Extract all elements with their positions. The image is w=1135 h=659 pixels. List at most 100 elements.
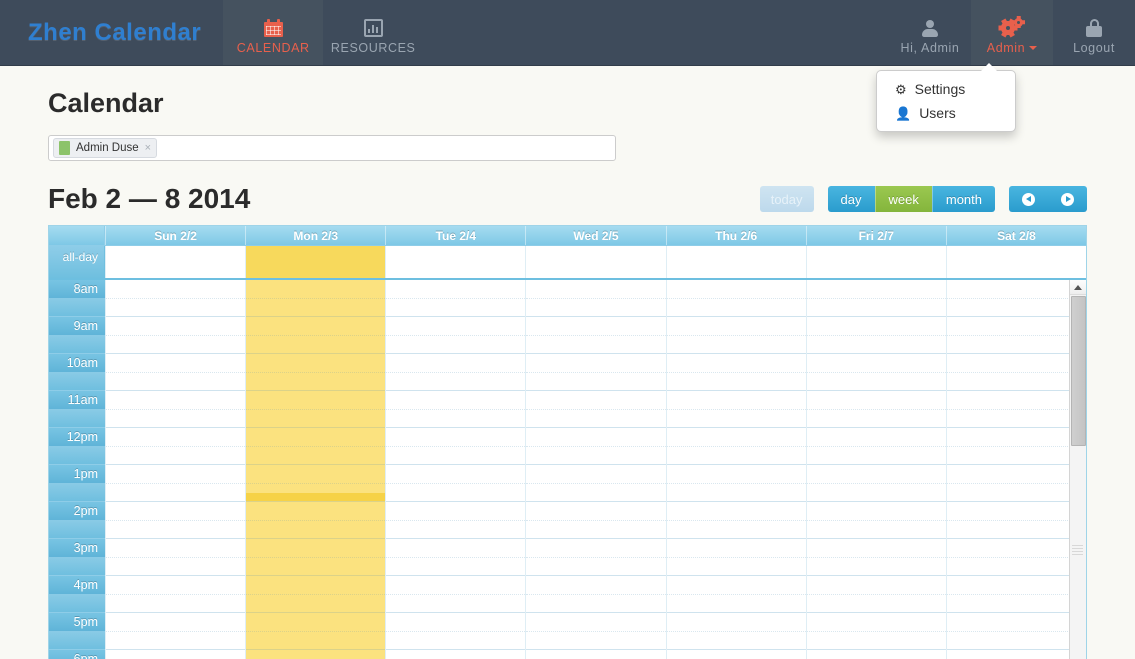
time-slot[interactable] — [666, 632, 806, 650]
time-slot[interactable] — [106, 539, 246, 558]
time-slot[interactable] — [806, 317, 946, 336]
time-slot[interactable] — [666, 465, 806, 484]
time-slot[interactable] — [386, 595, 526, 613]
time-slot[interactable] — [946, 428, 1086, 447]
time-slot[interactable] — [806, 521, 946, 539]
time-slot[interactable] — [106, 354, 246, 373]
time-slot[interactable] — [946, 280, 1086, 299]
nav-item-calendar[interactable]: CALENDAR — [223, 0, 324, 65]
all-day-cell[interactable] — [105, 246, 246, 278]
time-slot[interactable] — [106, 558, 246, 576]
time-slot[interactable] — [806, 299, 946, 317]
time-slot[interactable] — [246, 576, 386, 595]
time-slot[interactable] — [106, 428, 246, 447]
time-slot[interactable] — [526, 595, 666, 613]
time-slot[interactable] — [946, 299, 1086, 317]
time-slot[interactable] — [106, 317, 246, 336]
all-day-cell[interactable] — [945, 246, 1086, 278]
time-slot[interactable] — [806, 373, 946, 391]
time-slot[interactable] — [526, 521, 666, 539]
view-button-week[interactable]: week — [874, 186, 932, 212]
time-slot[interactable] — [666, 354, 806, 373]
time-slot[interactable] — [526, 613, 666, 632]
time-slot[interactable] — [386, 280, 526, 299]
day-header-mon[interactable]: Mon 2/3 — [245, 226, 385, 245]
all-day-cell[interactable] — [385, 246, 526, 278]
time-slot[interactable] — [526, 391, 666, 410]
time-slot[interactable] — [946, 484, 1086, 502]
time-slot[interactable] — [386, 558, 526, 576]
time-slot[interactable] — [246, 632, 386, 650]
time-slot[interactable] — [526, 539, 666, 558]
time-slot[interactable] — [946, 391, 1086, 410]
close-icon[interactable]: × — [145, 142, 151, 154]
time-slot[interactable] — [806, 354, 946, 373]
time-slot[interactable] — [526, 317, 666, 336]
time-slot[interactable] — [666, 613, 806, 632]
all-day-cell[interactable] — [665, 246, 806, 278]
time-slot[interactable] — [806, 576, 946, 595]
time-slot[interactable] — [386, 391, 526, 410]
day-column[interactable] — [385, 280, 526, 659]
time-slot[interactable] — [946, 336, 1086, 354]
time-slot[interactable] — [526, 447, 666, 465]
time-slot[interactable] — [386, 484, 526, 502]
time-slot[interactable] — [386, 428, 526, 447]
time-slot[interactable] — [386, 336, 526, 354]
time-slot[interactable] — [806, 502, 946, 521]
time-slot[interactable] — [667, 650, 806, 659]
time-slot[interactable] — [947, 650, 1086, 659]
time-slot[interactable] — [526, 650, 665, 659]
time-slot[interactable] — [946, 576, 1086, 595]
time-slot[interactable] — [946, 502, 1086, 521]
time-slot[interactable] — [106, 410, 246, 428]
day-header-fri[interactable]: Fri 2/7 — [805, 226, 946, 245]
time-slot[interactable] — [666, 428, 806, 447]
time-slot[interactable] — [806, 465, 946, 484]
time-slot[interactable] — [386, 317, 526, 336]
day-column[interactable] — [665, 280, 806, 659]
day-column[interactable] — [805, 280, 946, 659]
time-slot[interactable] — [106, 650, 245, 659]
time-slot[interactable] — [246, 317, 386, 336]
prev-period-button[interactable] — [1009, 186, 1048, 212]
time-slot[interactable] — [526, 428, 666, 447]
time-slot[interactable] — [526, 558, 666, 576]
time-slot[interactable] — [946, 354, 1086, 373]
time-slot[interactable] — [806, 484, 946, 502]
time-slot[interactable] — [246, 595, 386, 613]
time-slot[interactable] — [246, 391, 386, 410]
time-slot[interactable] — [246, 336, 386, 354]
tag-chip-admin-duse[interactable]: Admin Duse × — [53, 138, 158, 158]
time-slot[interactable] — [666, 595, 806, 613]
time-slot[interactable] — [526, 354, 666, 373]
time-slot[interactable] — [666, 502, 806, 521]
time-slot[interactable] — [806, 280, 946, 299]
time-slot[interactable] — [246, 280, 386, 299]
time-slot[interactable] — [666, 336, 806, 354]
time-slot[interactable] — [386, 576, 526, 595]
time-slot[interactable] — [386, 465, 526, 484]
nav-item-logout[interactable]: Logout — [1053, 0, 1135, 65]
time-slot[interactable] — [386, 299, 526, 317]
time-slot[interactable] — [246, 447, 386, 465]
time-slot[interactable] — [666, 391, 806, 410]
time-slot[interactable] — [526, 484, 666, 502]
time-slot[interactable] — [246, 465, 386, 484]
time-slot[interactable] — [106, 447, 246, 465]
day-header-thu[interactable]: Thu 2/6 — [665, 226, 806, 245]
time-slot[interactable] — [106, 613, 246, 632]
time-slot[interactable] — [806, 539, 946, 558]
scroll-up-arrow-icon[interactable] — [1070, 280, 1086, 295]
time-slot[interactable] — [526, 502, 666, 521]
time-slot[interactable] — [386, 354, 526, 373]
all-day-cell[interactable] — [805, 246, 946, 278]
dropdown-item-users[interactable]: 👤 Users — [877, 101, 1015, 125]
time-slot[interactable] — [526, 576, 666, 595]
time-slot[interactable] — [946, 613, 1086, 632]
time-slot[interactable] — [666, 539, 806, 558]
nav-item-resources[interactable]: RESOURCES — [323, 0, 423, 65]
day-header-sun[interactable]: Sun 2/2 — [105, 226, 245, 245]
time-slot[interactable] — [106, 502, 246, 521]
time-slot[interactable] — [946, 521, 1086, 539]
